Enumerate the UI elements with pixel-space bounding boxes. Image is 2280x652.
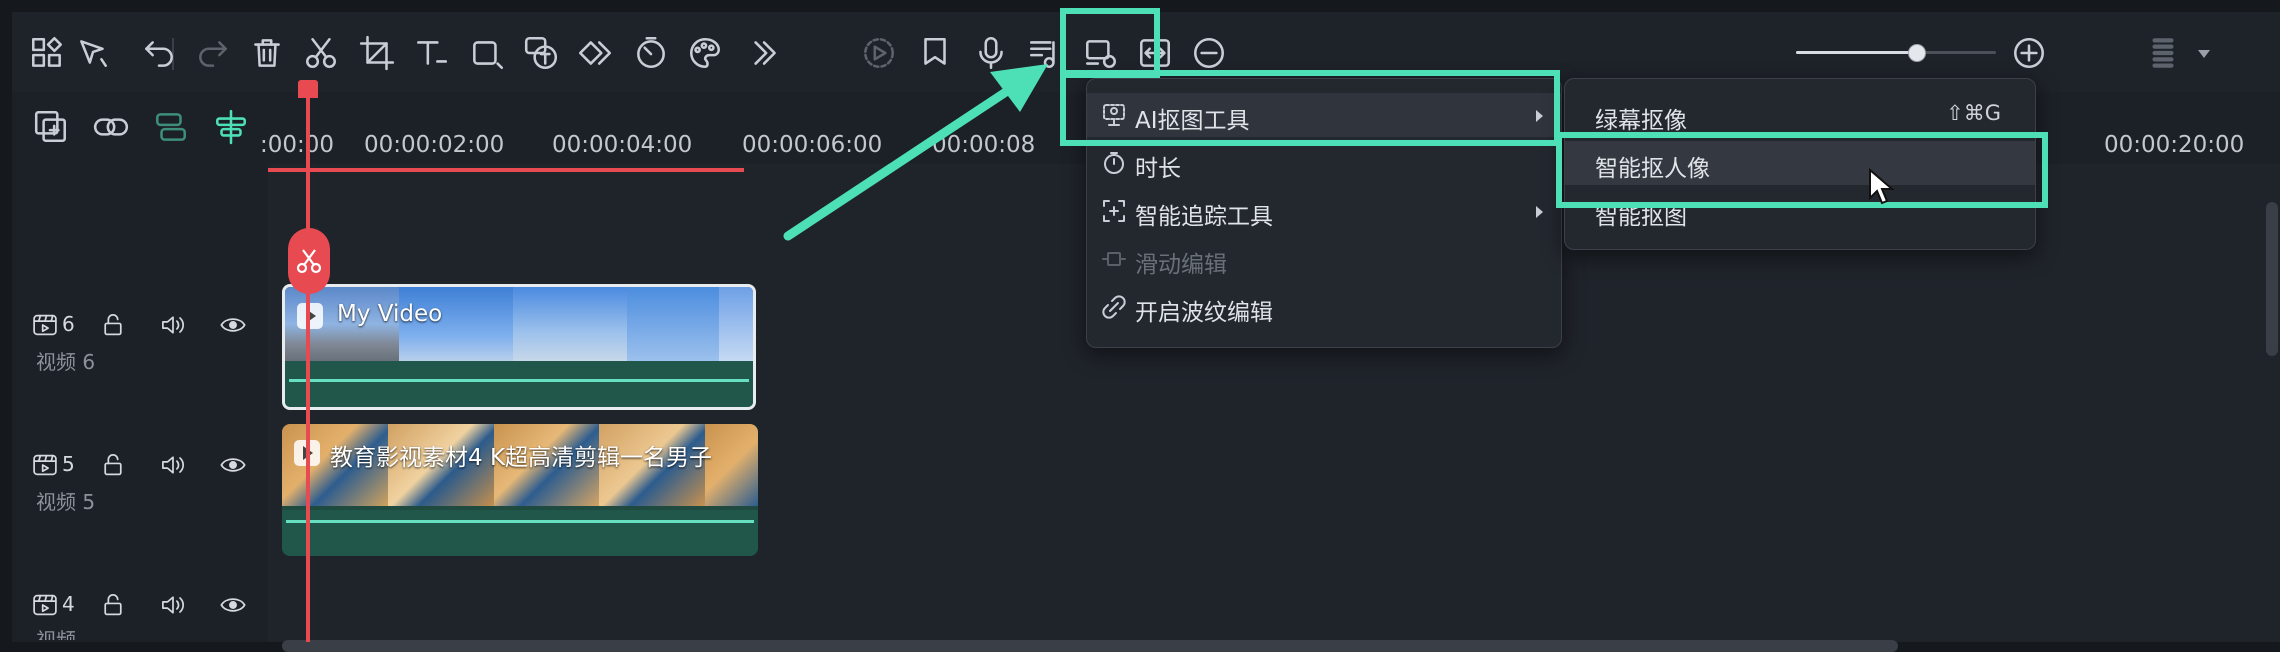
submenu-ai-cutout: 绿幕抠像 ⇧⌘G 智能抠人像 智能抠图 bbox=[1564, 78, 2036, 250]
speed-icon[interactable] bbox=[628, 30, 674, 76]
ruler-timecode: :00:00 bbox=[260, 132, 335, 158]
zoom-slider[interactable] bbox=[1796, 44, 1996, 62]
eye-icon[interactable] bbox=[216, 308, 250, 342]
track-name: 视频 bbox=[36, 628, 76, 640]
menu-item-slide-edit: 滑动编辑 bbox=[1087, 237, 1561, 281]
lock-icon[interactable] bbox=[96, 308, 130, 342]
speech-to-text-icon[interactable] bbox=[518, 30, 564, 76]
color-icon[interactable] bbox=[682, 30, 728, 76]
crop-icon[interactable] bbox=[354, 30, 400, 76]
submenu-item-chroma-key[interactable]: 绿幕抠像 ⇧⌘G bbox=[1565, 93, 2035, 137]
track-number: 4 bbox=[62, 592, 75, 616]
submenu-item-smart-cutout[interactable]: 智能抠图 bbox=[1565, 189, 2035, 233]
video-clip-education[interactable]: 教育影视素材4 K超高清剪辑一名男子 bbox=[282, 424, 758, 556]
track-number: 6 bbox=[62, 312, 75, 336]
menu-item-ai-cutout[interactable]: AI抠图工具 bbox=[1087, 93, 1561, 137]
video-track-icon bbox=[28, 308, 62, 342]
clip-waveform-line bbox=[289, 379, 749, 382]
video-track-icon bbox=[28, 588, 62, 622]
track-name: 视频 6 bbox=[36, 350, 96, 374]
slide-edit-icon bbox=[1101, 246, 1127, 272]
redo-icon[interactable] bbox=[190, 30, 236, 76]
add-track-icon[interactable] bbox=[28, 104, 74, 150]
clip-audio-lane bbox=[282, 510, 758, 556]
lock-icon[interactable] bbox=[96, 448, 130, 482]
track-tools-bar bbox=[12, 92, 268, 164]
select-tool-icon[interactable] bbox=[70, 30, 116, 76]
volume-icon[interactable] bbox=[156, 588, 190, 622]
clip-title: My Video bbox=[337, 301, 443, 327]
video-track-icon bbox=[28, 448, 62, 482]
play-icon bbox=[297, 303, 323, 329]
clip-audio-lane bbox=[285, 361, 753, 407]
delete-icon[interactable] bbox=[244, 30, 290, 76]
video-clip-my-video[interactable]: My Video bbox=[282, 284, 756, 410]
undo-icon[interactable] bbox=[136, 30, 182, 76]
snapshot-icon[interactable] bbox=[1078, 30, 1124, 76]
ruler-timecode: 00:00:02:00 bbox=[364, 132, 505, 158]
mouse-cursor-icon bbox=[1869, 168, 1895, 205]
clip-title: 教育影视素材4 K超高清剪辑一名男子 bbox=[330, 445, 713, 471]
snap-icon[interactable] bbox=[208, 104, 254, 150]
link-icon[interactable] bbox=[88, 104, 134, 150]
zoom-slider-knob[interactable] bbox=[1908, 44, 1926, 62]
annotation-arrow bbox=[783, 64, 1048, 241]
text-icon[interactable] bbox=[408, 30, 454, 76]
context-menu: AI抠图工具 时长 智能追踪工具 滑动编辑 开启波纹编辑 bbox=[1086, 78, 1562, 348]
clip-waveform-line bbox=[286, 520, 754, 523]
ruler-timecode: 00:00:04:00 bbox=[552, 132, 693, 158]
track-number: 5 bbox=[62, 452, 75, 476]
split-icon[interactable] bbox=[298, 30, 344, 76]
work-area-bar[interactable] bbox=[268, 168, 744, 172]
zoom-out-icon[interactable] bbox=[1186, 30, 1232, 76]
submenu-item-smart-portrait[interactable]: 智能抠人像 bbox=[1565, 141, 2035, 185]
shape-icon[interactable] bbox=[464, 30, 510, 76]
volume-icon[interactable] bbox=[156, 448, 190, 482]
submenu-arrow-icon bbox=[1536, 206, 1543, 218]
timer-icon bbox=[1101, 150, 1127, 176]
fit-icon[interactable] bbox=[1132, 30, 1178, 76]
tracking-icon bbox=[1101, 198, 1127, 224]
scissors-icon[interactable] bbox=[288, 228, 330, 294]
eye-icon[interactable] bbox=[216, 448, 250, 482]
layout-icon[interactable] bbox=[24, 30, 70, 76]
zoom-slider-fill bbox=[1796, 51, 1916, 54]
keyframe-icon[interactable] bbox=[572, 30, 618, 76]
track-name: 视频 5 bbox=[36, 490, 96, 514]
chevron-down-icon[interactable] bbox=[2198, 50, 2210, 58]
track-headers: 6 视频 6 5 视频 5 4 视频 bbox=[12, 164, 268, 642]
lock-icon[interactable] bbox=[96, 588, 130, 622]
clip-thumbnails bbox=[285, 287, 753, 369]
zoom-in-icon[interactable] bbox=[2006, 30, 2052, 76]
menu-item-ripple-edit[interactable]: 开启波纹编辑 bbox=[1087, 285, 1561, 329]
vertical-scrollbar[interactable] bbox=[2266, 202, 2278, 356]
volume-icon[interactable] bbox=[156, 308, 190, 342]
ruler-timecode: 00:00:20:00 bbox=[2104, 132, 2245, 158]
menu-item-tracking[interactable]: 智能追踪工具 bbox=[1087, 189, 1561, 233]
submenu-arrow-icon bbox=[1536, 110, 1543, 122]
menu-item-duration[interactable]: 时长 bbox=[1087, 141, 1561, 185]
ai-cutout-icon bbox=[1101, 102, 1127, 128]
playhead[interactable] bbox=[306, 80, 310, 642]
ripple-toggle-icon[interactable] bbox=[148, 104, 194, 150]
shortcut-label: ⇧⌘G bbox=[1946, 101, 2001, 125]
panel-layout-icon[interactable] bbox=[2140, 30, 2186, 76]
ripple-icon bbox=[1101, 294, 1127, 320]
eye-icon[interactable] bbox=[216, 588, 250, 622]
